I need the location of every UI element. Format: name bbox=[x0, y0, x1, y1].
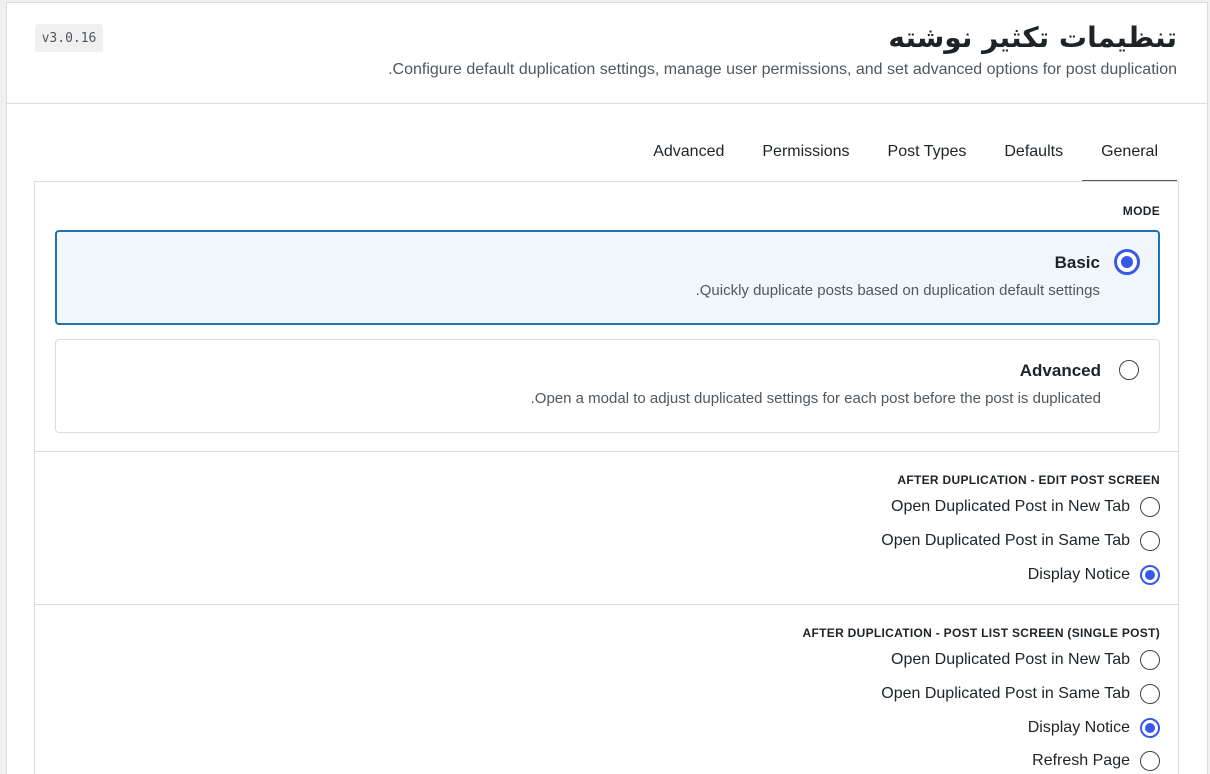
mode-basic-card[interactable]: Basic Quickly duplicate posts based on d… bbox=[55, 230, 1160, 325]
option-label: Display Notice bbox=[1027, 566, 1130, 583]
option-label: Display Notice bbox=[1027, 719, 1130, 736]
mode-section-label: MODE bbox=[1122, 204, 1160, 218]
page-title: تنظیمات تکثیر نوشته bbox=[888, 21, 1177, 54]
list-screen-same-tab-radio[interactable] bbox=[1140, 684, 1160, 704]
edit-screen-same-tab-radio[interactable] bbox=[1140, 531, 1160, 551]
list-screen-option-refresh[interactable]: Refresh Page bbox=[1032, 750, 1160, 772]
edit-screen-option-new-tab[interactable]: Open Duplicated Post in New Tab bbox=[891, 496, 1160, 518]
version-badge: v3.0.16 bbox=[35, 24, 103, 52]
list-screen-refresh-radio[interactable] bbox=[1140, 751, 1160, 771]
general-tab-content: MODE Basic Quickly duplicate posts based… bbox=[34, 181, 1179, 774]
mode-basic-title: Basic bbox=[1054, 253, 1100, 272]
list-screen-notice-radio[interactable] bbox=[1140, 718, 1160, 738]
tab-post-types[interactable]: Post Types bbox=[869, 131, 986, 182]
list-screen-section-label: AFTER DUPLICATION - POST LIST SCREEN (SI… bbox=[802, 626, 1160, 640]
tab-advanced[interactable]: Advanced bbox=[634, 131, 743, 182]
option-label: Refresh Page bbox=[1032, 752, 1130, 769]
page-header: تنظیمات تکثیر نوشته Configure default du… bbox=[7, 3, 1207, 104]
list-screen-new-tab-radio[interactable] bbox=[1140, 650, 1160, 670]
list-screen-option-notice[interactable]: Display Notice bbox=[1028, 717, 1160, 739]
option-label: Open Duplicated Post in New Tab bbox=[891, 498, 1130, 515]
edit-screen-option-notice[interactable]: Display Notice bbox=[1028, 564, 1160, 586]
mode-advanced-card[interactable]: Advanced Open a modal to adjust duplicat… bbox=[55, 339, 1160, 433]
option-label: Open Duplicated Post in New Tab bbox=[891, 651, 1130, 668]
tab-permissions[interactable]: Permissions bbox=[743, 131, 868, 182]
mode-basic-desc: Quickly duplicate posts based on duplica… bbox=[695, 282, 1100, 299]
page-subtitle: Configure default duplication settings, … bbox=[388, 61, 1177, 78]
mode-basic-radio[interactable] bbox=[1114, 249, 1140, 275]
section-divider bbox=[35, 451, 1178, 452]
edit-screen-section-label: AFTER DUPLICATION - EDIT POST SCREEN bbox=[897, 473, 1160, 487]
option-label: Open Duplicated Post in Same Tab bbox=[881, 685, 1130, 702]
mode-advanced-desc: Open a modal to adjust duplicated settin… bbox=[530, 390, 1101, 407]
mode-advanced-title: Advanced bbox=[1019, 361, 1101, 380]
edit-screen-option-same-tab[interactable]: Open Duplicated Post in Same Tab bbox=[881, 530, 1160, 552]
list-screen-option-same-tab[interactable]: Open Duplicated Post in Same Tab bbox=[881, 683, 1160, 705]
option-label: Open Duplicated Post in Same Tab bbox=[881, 532, 1130, 549]
list-screen-option-new-tab[interactable]: Open Duplicated Post in New Tab bbox=[891, 649, 1160, 671]
tab-general[interactable]: General bbox=[1082, 131, 1177, 182]
settings-panel: تنظیمات تکثیر نوشته Configure default du… bbox=[6, 2, 1208, 774]
tab-defaults[interactable]: Defaults bbox=[985, 131, 1082, 182]
section-divider bbox=[35, 604, 1178, 605]
edit-screen-notice-radio[interactable] bbox=[1140, 565, 1160, 585]
settings-tabs: General Defaults Post Types Permissions … bbox=[634, 131, 1177, 182]
mode-advanced-radio[interactable] bbox=[1119, 360, 1139, 380]
edit-screen-new-tab-radio[interactable] bbox=[1140, 497, 1160, 517]
